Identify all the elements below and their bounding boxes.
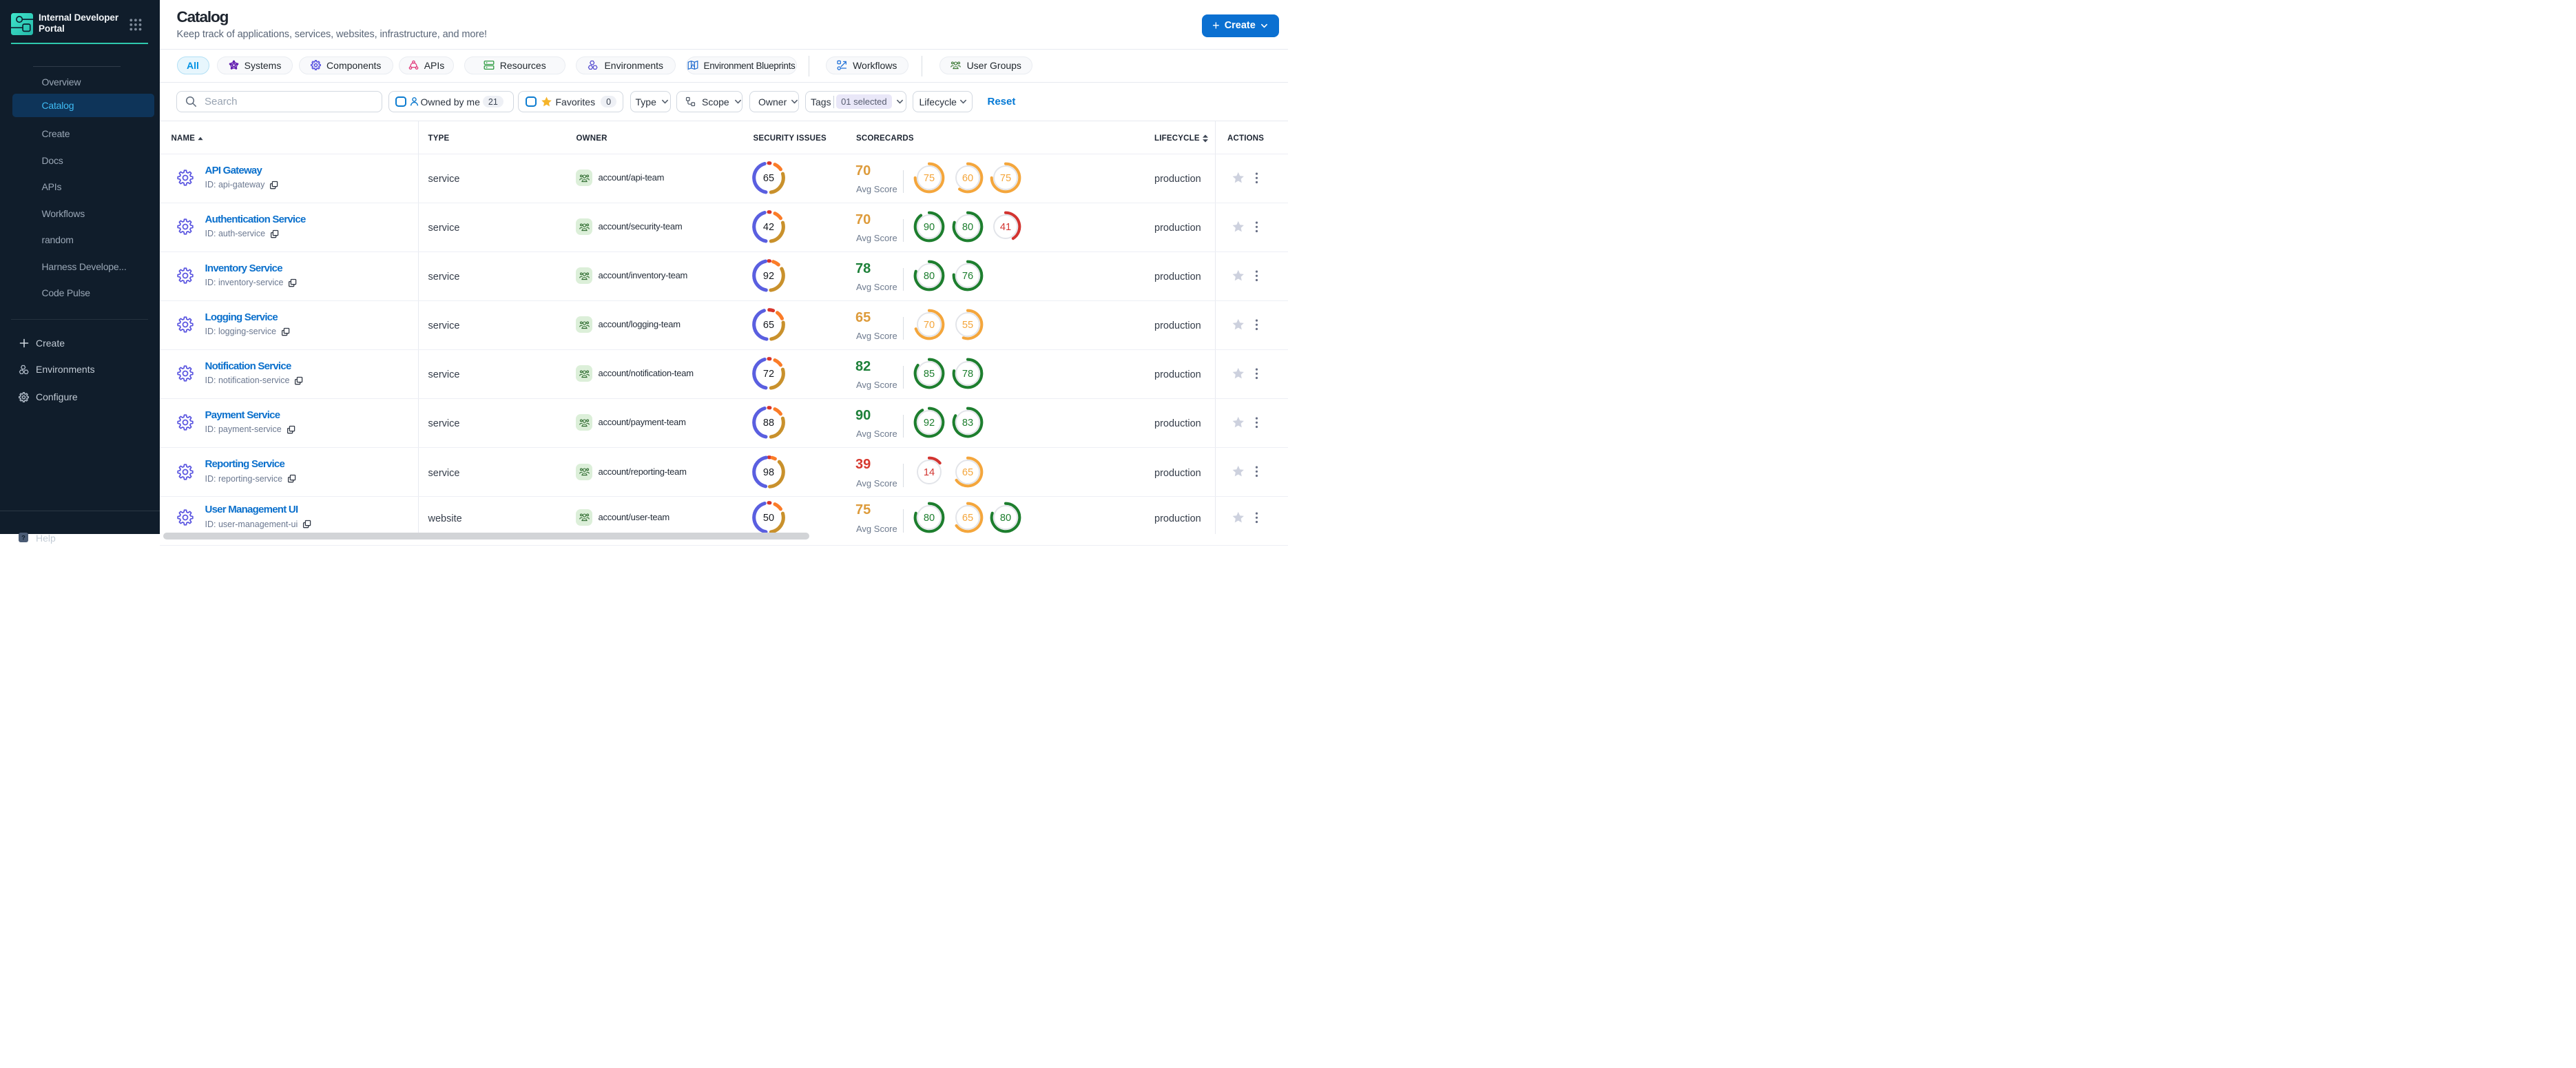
svg-text:80: 80 — [962, 222, 973, 233]
svg-text:65: 65 — [763, 173, 774, 184]
svg-text:A: A — [691, 63, 694, 68]
svg-text:80: 80 — [924, 513, 935, 524]
svg-text:41: 41 — [1000, 222, 1011, 233]
svg-text:42: 42 — [763, 222, 774, 233]
svg-text:85: 85 — [924, 369, 935, 380]
svg-text:92: 92 — [763, 271, 774, 282]
svg-text:60: 60 — [962, 173, 973, 184]
svg-text:55: 55 — [962, 320, 973, 331]
svg-text:65: 65 — [962, 513, 973, 524]
svg-text:98: 98 — [763, 467, 774, 478]
svg-text:76: 76 — [962, 271, 973, 282]
svg-text:?: ? — [21, 534, 25, 541]
svg-text:50: 50 — [763, 513, 774, 524]
svg-text:75: 75 — [1000, 173, 1011, 184]
svg-text:80: 80 — [1000, 513, 1011, 524]
svg-text:70: 70 — [924, 320, 935, 331]
svg-text:65: 65 — [763, 320, 774, 331]
svg-text:78: 78 — [962, 369, 973, 380]
svg-text:75: 75 — [924, 173, 935, 184]
svg-text:90: 90 — [924, 222, 935, 233]
svg-text:80: 80 — [924, 271, 935, 282]
svg-text:83: 83 — [962, 418, 973, 429]
svg-text:14: 14 — [924, 467, 935, 478]
svg-text:92: 92 — [924, 418, 935, 429]
svg-text:88: 88 — [763, 418, 774, 429]
svg-text:72: 72 — [763, 369, 774, 380]
svg-text:65: 65 — [962, 467, 973, 478]
